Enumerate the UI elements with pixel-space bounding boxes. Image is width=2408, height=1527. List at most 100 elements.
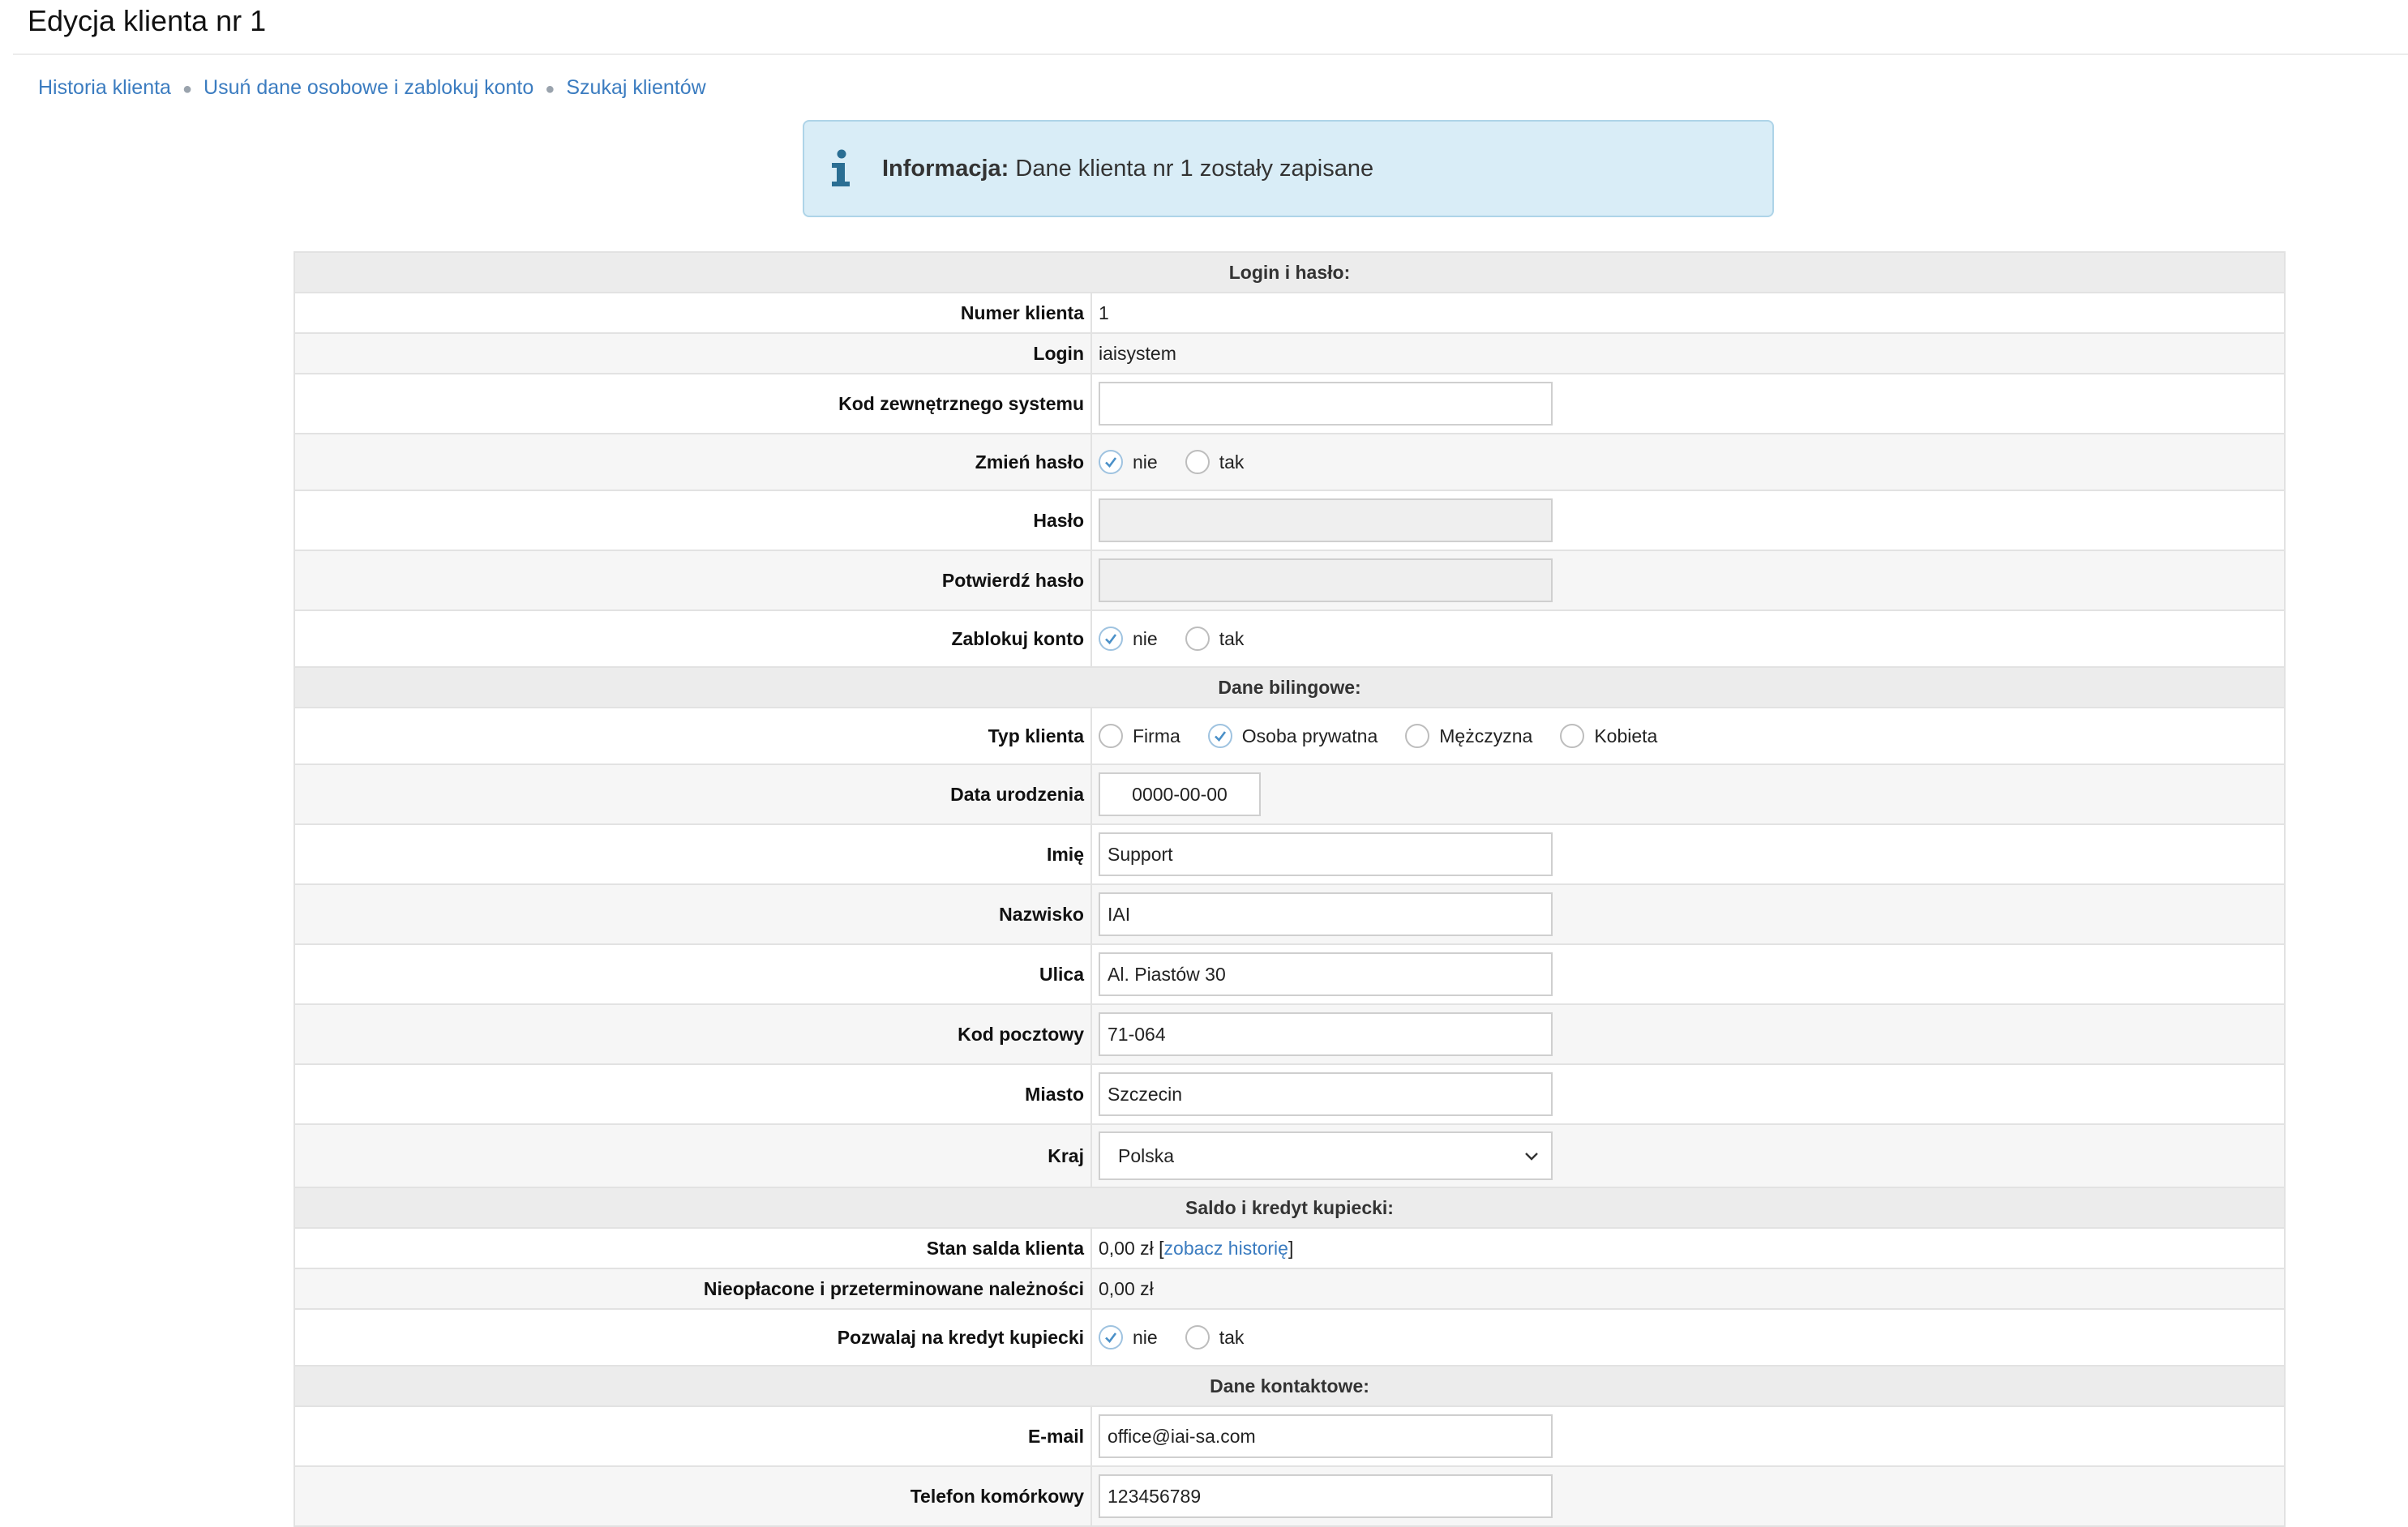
- check-icon: [1099, 627, 1123, 651]
- change-password-no-radio[interactable]: nie: [1099, 450, 1158, 474]
- last-name-input[interactable]: [1099, 892, 1553, 936]
- label-last-name: Nazwisko: [294, 883, 1092, 945]
- row-overdue: Nieopłacone i przeterminowane należności…: [294, 1268, 2286, 1310]
- first-name-input[interactable]: [1099, 832, 1553, 876]
- section-header-balance: Saldo i kredyt kupiecki:: [294, 1187, 2286, 1229]
- radio-empty-icon: [1099, 724, 1123, 748]
- client-type-radios: Firma Osoba prywatna Mężczyzna Kobieta: [1099, 724, 2277, 748]
- label-country: Kraj: [294, 1123, 1092, 1188]
- breadcrumb-separator: ●: [545, 80, 555, 98]
- link-search-clients[interactable]: Szukaj klientów: [566, 76, 705, 99]
- mobile-input[interactable]: [1099, 1474, 1553, 1518]
- radio-label: tak: [1219, 627, 1245, 649]
- row-zip: Kod pocztowy: [294, 1003, 2286, 1065]
- radio-empty-icon: [1185, 450, 1210, 474]
- radio-label: nie: [1133, 451, 1158, 473]
- info-label: Informacja:: [882, 155, 1009, 182]
- info-alert: Informacja: Dane klienta nr 1 zostały za…: [803, 120, 1774, 217]
- label-email: E-mail: [294, 1405, 1092, 1467]
- label-zip: Kod pocztowy: [294, 1003, 1092, 1065]
- credit-yes-radio[interactable]: tak: [1185, 1325, 1245, 1349]
- label-city: Miasto: [294, 1063, 1092, 1125]
- label-password: Hasło: [294, 490, 1092, 551]
- zip-input[interactable]: [1099, 1012, 1553, 1056]
- value-login: iaisystem: [1090, 332, 2286, 374]
- ext-code-input[interactable]: [1099, 382, 1553, 426]
- row-street: Ulica: [294, 943, 2286, 1005]
- row-last-name: Nazwisko: [294, 883, 2286, 945]
- radio-label: nie: [1133, 1326, 1158, 1348]
- radio-label: tak: [1219, 451, 1245, 473]
- credit-radios: nie tak: [1099, 1325, 2277, 1349]
- change-password-yes-radio[interactable]: tak: [1185, 450, 1245, 474]
- radio-label: tak: [1219, 1326, 1245, 1348]
- radio-label: nie: [1133, 627, 1158, 649]
- label-credit: Pozwalaj na kredyt kupiecki: [294, 1308, 1092, 1367]
- row-change-password: Zmień hasło nie tak: [294, 433, 2286, 491]
- radio-label: Mężczyzna: [1439, 725, 1533, 746]
- label-overdue: Nieopłacone i przeterminowane należności: [294, 1268, 1092, 1310]
- label-street: Ulica: [294, 943, 1092, 1005]
- label-mobile: Telefon komórkowy: [294, 1465, 1092, 1527]
- row-ext-code: Kod zewnętrznego systemu: [294, 373, 2286, 434]
- section-header-login: Login i hasło:: [294, 251, 2286, 293]
- row-email: E-mail: [294, 1405, 2286, 1467]
- confirm-password-input[interactable]: [1099, 558, 1553, 602]
- label-login: Login: [294, 332, 1092, 374]
- radio-empty-icon: [1560, 724, 1585, 748]
- info-icon: [832, 149, 850, 186]
- page-title: Edycja klienta nr 1: [28, 4, 267, 37]
- page-header: Edycja klienta nr 1: [13, 0, 2408, 55]
- row-balance: Stan salda klienta 0,00 zł [zobacz histo…: [294, 1227, 2286, 1269]
- client-type-male-radio[interactable]: Mężczyzna: [1405, 724, 1532, 748]
- label-change-password: Zmień hasło: [294, 433, 1092, 491]
- radio-label: Kobieta: [1594, 725, 1658, 746]
- label-balance: Stan salda klienta: [294, 1227, 1092, 1269]
- view-history-link[interactable]: zobacz historię: [1164, 1238, 1288, 1259]
- password-input[interactable]: [1099, 498, 1553, 542]
- row-city: Miasto: [294, 1063, 2286, 1125]
- change-password-radios: nie tak: [1099, 450, 2277, 474]
- row-credit: Pozwalaj na kredyt kupiecki nie tak: [294, 1308, 2286, 1367]
- block-account-radios: nie tak: [1099, 627, 2277, 651]
- credit-no-radio[interactable]: nie: [1099, 1325, 1158, 1349]
- row-client-number: Numer klienta 1: [294, 292, 2286, 334]
- row-first-name: Imię: [294, 823, 2286, 885]
- birth-date-input[interactable]: [1099, 772, 1261, 816]
- client-type-female-radio[interactable]: Kobieta: [1560, 724, 1657, 748]
- block-account-yes-radio[interactable]: tak: [1185, 627, 1245, 651]
- breadcrumb-separator: ●: [182, 80, 193, 98]
- country-select[interactable]: Polska: [1099, 1131, 1553, 1180]
- email-input[interactable]: [1099, 1414, 1553, 1458]
- street-input[interactable]: [1099, 952, 1553, 996]
- radio-label: Osoba prywatna: [1241, 725, 1378, 746]
- section-header-contact: Dane kontaktowe:: [294, 1365, 2286, 1407]
- row-mobile: Telefon komórkowy: [294, 1465, 2286, 1527]
- radio-empty-icon: [1405, 724, 1430, 748]
- radio-label: Firma: [1133, 725, 1180, 746]
- block-account-no-radio[interactable]: nie: [1099, 627, 1158, 651]
- balance-amount: 0,00 zł: [1099, 1237, 1154, 1259]
- client-type-private-radio[interactable]: Osoba prywatna: [1207, 724, 1378, 748]
- info-message: Informacja: Dane klienta nr 1 zostały za…: [882, 156, 1373, 182]
- client-form-table: Login i hasło: Numer klienta 1 Login iai…: [294, 251, 2286, 1527]
- link-client-history[interactable]: Historia klienta: [38, 76, 171, 99]
- row-password: Hasło: [294, 490, 2286, 551]
- client-type-company-radio[interactable]: Firma: [1099, 724, 1180, 748]
- country-selected-value: Polska: [1118, 1144, 1175, 1166]
- row-confirm-password: Potwierdź hasło: [294, 550, 2286, 611]
- info-text: Dane klienta nr 1 zostały zapisane: [1015, 155, 1374, 182]
- row-client-type: Typ klienta Firma Osoba prywatna Mężczyz…: [294, 707, 2286, 765]
- label-block-account: Zablokuj konto: [294, 610, 1092, 668]
- row-block-account: Zablokuj konto nie tak: [294, 610, 2286, 668]
- link-delete-personal-data[interactable]: Usuń dane osobowe i zablokuj konto: [204, 76, 533, 99]
- label-ext-code: Kod zewnętrznego systemu: [294, 373, 1092, 434]
- radio-empty-icon: [1185, 627, 1210, 651]
- label-client-type: Typ klienta: [294, 707, 1092, 765]
- row-birth-date: Data urodzenia: [294, 764, 2286, 825]
- value-balance: 0,00 zł [zobacz historię]: [1090, 1227, 2286, 1269]
- city-input[interactable]: [1099, 1072, 1553, 1116]
- value-overdue: 0,00 zł: [1090, 1268, 2286, 1310]
- label-birth-date: Data urodzenia: [294, 764, 1092, 825]
- label-first-name: Imię: [294, 823, 1092, 885]
